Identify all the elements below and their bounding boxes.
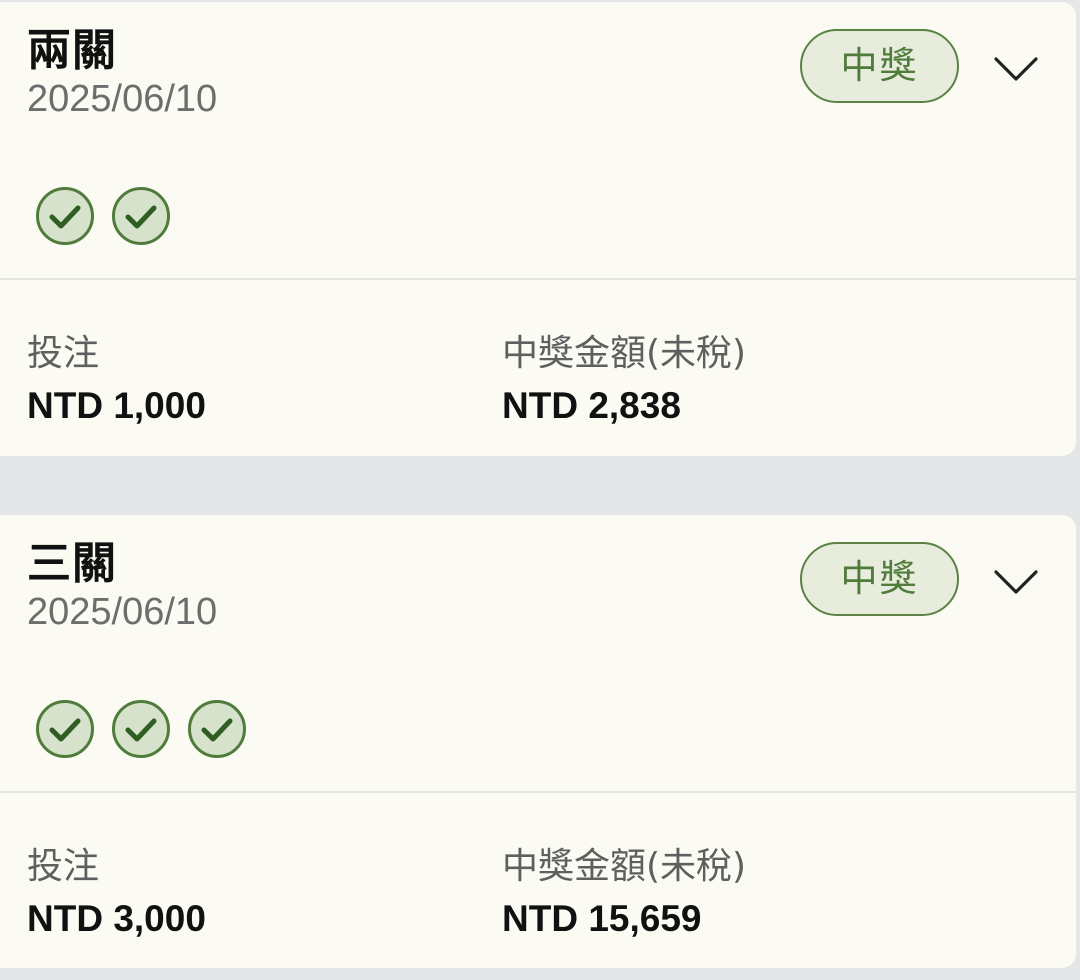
payout-value: NTD 15,659 bbox=[502, 898, 702, 939]
bet-type-title: 三關 bbox=[27, 538, 117, 589]
payout-label: 中獎金額(未稅) bbox=[502, 333, 747, 374]
check-circle-icon bbox=[36, 187, 94, 245]
stake-label: 投注 bbox=[27, 846, 100, 887]
bet-card-footer: 投注 NTD 3,000 中獎金額(未稅) NTD 15,659 bbox=[0, 793, 1076, 967]
leg-status-list bbox=[35, 699, 247, 759]
stake-value: NTD 3,000 bbox=[27, 898, 206, 939]
leg-status-list bbox=[35, 186, 171, 246]
check-circle-icon bbox=[112, 187, 170, 245]
check-circle-icon bbox=[112, 700, 170, 758]
bet-card[interactable]: 兩關 2025/06/10 中獎 投注 NTD 1,000 中獎金額(未稅) N… bbox=[0, 2, 1076, 456]
bet-card-header: 兩關 2025/06/10 中獎 bbox=[0, 2, 1076, 280]
bet-card[interactable]: 三關 2025/06/10 中獎 投注 NTD 3,000 中獎金額(未稅) N… bbox=[0, 515, 1076, 968]
bet-date: 2025/06/10 bbox=[27, 591, 218, 633]
payout-label: 中獎金額(未稅) bbox=[502, 846, 747, 887]
stake-label: 投注 bbox=[27, 333, 100, 374]
chevron-down-icon[interactable] bbox=[993, 54, 1039, 84]
stake-value: NTD 1,000 bbox=[27, 385, 206, 426]
payout-section: 中獎金額(未稅) NTD 2,838 bbox=[502, 332, 746, 426]
stake-section: 投注 NTD 3,000 bbox=[27, 845, 206, 939]
status-badge: 中獎 bbox=[800, 29, 959, 103]
payout-section: 中獎金額(未稅) NTD 15,659 bbox=[502, 845, 746, 939]
check-circle-icon bbox=[36, 700, 94, 758]
check-circle-icon bbox=[188, 700, 246, 758]
payout-value: NTD 2,838 bbox=[502, 385, 681, 426]
bet-history-list: 兩關 2025/06/10 中獎 投注 NTD 1,000 中獎金額(未稅) N… bbox=[0, 0, 1080, 980]
chevron-down-icon[interactable] bbox=[993, 567, 1039, 597]
bet-card-footer: 投注 NTD 1,000 中獎金額(未稅) NTD 2,838 bbox=[0, 280, 1076, 454]
stake-section: 投注 NTD 1,000 bbox=[27, 332, 206, 426]
bet-card-header: 三關 2025/06/10 中獎 bbox=[0, 515, 1076, 793]
status-badge: 中獎 bbox=[800, 542, 959, 616]
bet-type-title: 兩關 bbox=[27, 25, 117, 76]
bet-date: 2025/06/10 bbox=[27, 78, 218, 120]
